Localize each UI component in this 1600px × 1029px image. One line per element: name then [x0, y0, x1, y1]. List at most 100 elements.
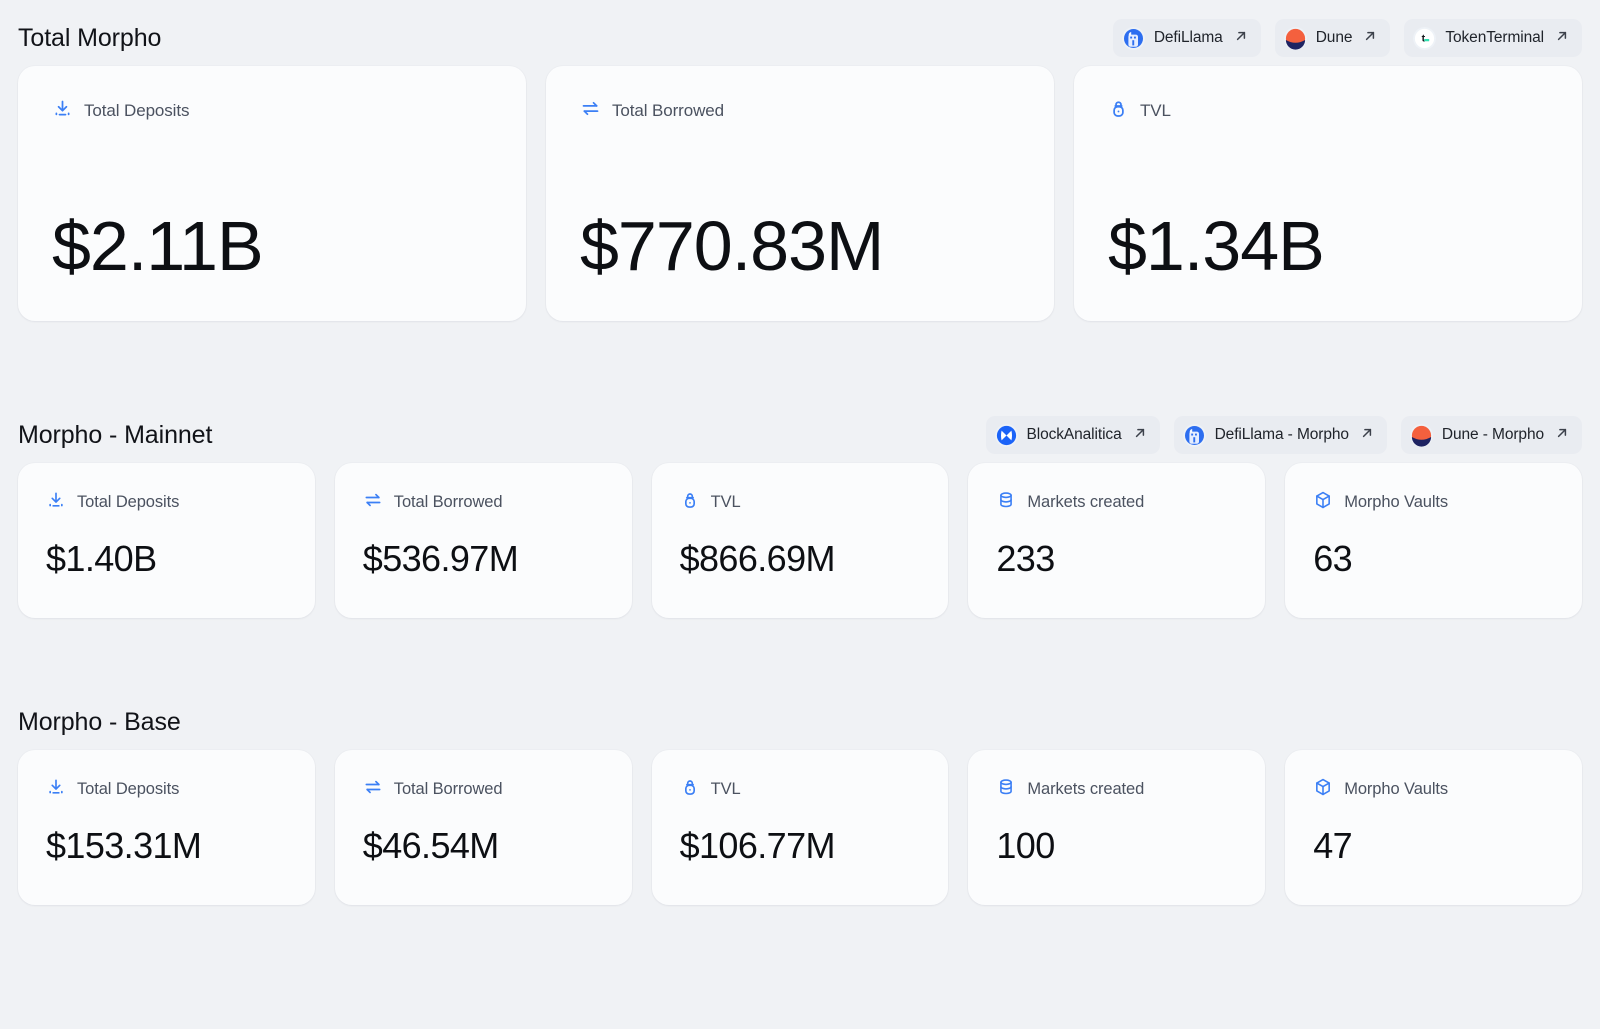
- lock-icon: [1108, 98, 1129, 124]
- card-head: Total Borrowed: [580, 98, 1020, 124]
- defillama-logo: [1183, 424, 1206, 447]
- external-link-icon: [1555, 426, 1569, 445]
- dashboard-page: Total Morpho DefiLlama: [0, 0, 1600, 1029]
- metric-card-total-deposits: Total Deposits $2.11B: [18, 66, 526, 321]
- card-head: Morpho Vaults: [1313, 777, 1554, 802]
- card-label: Total Borrowed: [612, 101, 724, 121]
- card-label: Total Deposits: [77, 493, 179, 512]
- card-value: 100: [996, 828, 1237, 864]
- card-label: TVL: [711, 780, 741, 799]
- metric-card-markets-created: Markets created 233: [968, 463, 1265, 618]
- metric-card-total-borrowed: Total Borrowed $46.54M: [335, 750, 632, 905]
- card-value: $1.40B: [46, 541, 287, 577]
- link-pill-dune-morpho[interactable]: Dune - Morpho: [1401, 416, 1582, 454]
- link-label-tokenterminal: TokenTerminal: [1445, 29, 1544, 47]
- card-head: TVL: [680, 777, 921, 802]
- database-icon: [996, 777, 1016, 802]
- section-title-morpho-base: Morpho - Base: [18, 708, 181, 737]
- card-value: $536.97M: [363, 541, 604, 577]
- card-head: TVL: [1108, 98, 1548, 124]
- metric-card-markets-created: Markets created 100: [968, 750, 1265, 905]
- link-pill-defillama-morpho[interactable]: DefiLlama - Morpho: [1174, 416, 1387, 454]
- external-link-icon: [1555, 29, 1569, 48]
- cube-icon: [1313, 490, 1333, 515]
- blockanalitica-logo: [995, 424, 1018, 447]
- link-pill-dune[interactable]: Dune: [1275, 19, 1391, 57]
- card-label: Morpho Vaults: [1344, 493, 1448, 512]
- link-label-blockanalitica: BlockAnalitica: [1027, 426, 1122, 444]
- link-group-total-morpho: DefiLlama Dune: [1113, 19, 1582, 57]
- link-label-dune-morpho: Dune - Morpho: [1442, 426, 1544, 444]
- card-label: TVL: [711, 493, 741, 512]
- lock-icon: [680, 777, 700, 802]
- card-value: $106.77M: [680, 828, 921, 864]
- download-icon: [46, 777, 66, 802]
- metric-card-total-borrowed: Total Borrowed $770.83M: [546, 66, 1054, 321]
- svg-text:t: t: [1422, 32, 1426, 44]
- section-header-total-morpho: Total Morpho DefiLlama: [18, 10, 1582, 66]
- link-pill-blockanalitica[interactable]: BlockAnalitica: [986, 416, 1160, 454]
- card-value: 63: [1313, 541, 1554, 577]
- swap-arrows-icon: [580, 98, 601, 124]
- card-head: Markets created: [996, 777, 1237, 802]
- metric-card-morpho-vaults: Morpho Vaults 63: [1285, 463, 1582, 618]
- card-label: Morpho Vaults: [1344, 780, 1448, 799]
- card-value: 233: [996, 541, 1237, 577]
- card-value: $46.54M: [363, 828, 604, 864]
- card-value: $866.69M: [680, 541, 921, 577]
- card-label: Markets created: [1027, 493, 1144, 512]
- tokenterminal-logo: t: [1413, 27, 1436, 50]
- download-icon: [46, 490, 66, 515]
- card-label: Total Deposits: [84, 101, 189, 121]
- database-icon: [996, 490, 1016, 515]
- link-label-dune: Dune: [1316, 29, 1353, 47]
- card-value: $770.83M: [580, 211, 1020, 281]
- section-title-total-morpho: Total Morpho: [18, 24, 161, 53]
- link-group-morpho-mainnet: BlockAnalitica: [986, 416, 1583, 454]
- link-label-defillama-morpho: DefiLlama - Morpho: [1215, 426, 1349, 444]
- link-pill-tokenterminal[interactable]: t TokenTerminal: [1404, 19, 1582, 57]
- card-label: Markets created: [1027, 780, 1144, 799]
- card-label: Total Borrowed: [394, 493, 503, 512]
- cards-row-morpho-base: Total Deposits $153.31M Total Borrowed $…: [18, 750, 1582, 905]
- section-header-morpho-base: Morpho - Base: [18, 694, 1582, 750]
- metric-card-total-borrowed: Total Borrowed $536.97M: [335, 463, 632, 618]
- card-value: 47: [1313, 828, 1554, 864]
- card-head: Total Deposits: [46, 490, 287, 515]
- metric-card-total-deposits: Total Deposits $153.31M: [18, 750, 315, 905]
- metric-card-total-deposits: Total Deposits $1.40B: [18, 463, 315, 618]
- card-head: TVL: [680, 490, 921, 515]
- metric-card-tvl: TVL $1.34B: [1074, 66, 1582, 321]
- card-label: TVL: [1140, 101, 1171, 121]
- link-pill-defillama[interactable]: DefiLlama: [1113, 19, 1261, 57]
- card-head: Total Borrowed: [363, 490, 604, 515]
- card-head: Total Borrowed: [363, 777, 604, 802]
- card-head: Total Deposits: [52, 98, 492, 124]
- metric-card-morpho-vaults: Morpho Vaults 47: [1285, 750, 1582, 905]
- download-icon: [52, 98, 73, 124]
- metric-card-tvl: TVL $866.69M: [652, 463, 949, 618]
- card-label: Total Borrowed: [394, 780, 503, 799]
- swap-arrows-icon: [363, 490, 383, 515]
- defillama-logo: [1122, 27, 1145, 50]
- card-head: Morpho Vaults: [1313, 490, 1554, 515]
- card-value: $1.34B: [1108, 211, 1548, 281]
- external-link-icon: [1133, 426, 1147, 445]
- cards-row-morpho-mainnet: Total Deposits $1.40B Total Borrowed $53…: [18, 463, 1582, 618]
- link-label-defillama: DefiLlama: [1154, 29, 1223, 47]
- section-title-morpho-mainnet: Morpho - Mainnet: [18, 421, 212, 450]
- card-head: Markets created: [996, 490, 1237, 515]
- dune-logo: [1284, 27, 1307, 50]
- card-head: Total Deposits: [46, 777, 287, 802]
- card-label: Total Deposits: [77, 780, 179, 799]
- card-value: $153.31M: [46, 828, 287, 864]
- section-header-morpho-mainnet: Morpho - Mainnet BlockAnalitica: [18, 407, 1582, 463]
- cards-row-total-morpho: Total Deposits $2.11B Total Borrowed $77…: [18, 66, 1582, 321]
- card-value: $2.11B: [52, 211, 492, 281]
- external-link-icon: [1363, 29, 1377, 48]
- dune-logo: [1410, 424, 1433, 447]
- swap-arrows-icon: [363, 777, 383, 802]
- external-link-icon: [1360, 426, 1374, 445]
- metric-card-tvl: TVL $106.77M: [652, 750, 949, 905]
- external-link-icon: [1234, 29, 1248, 48]
